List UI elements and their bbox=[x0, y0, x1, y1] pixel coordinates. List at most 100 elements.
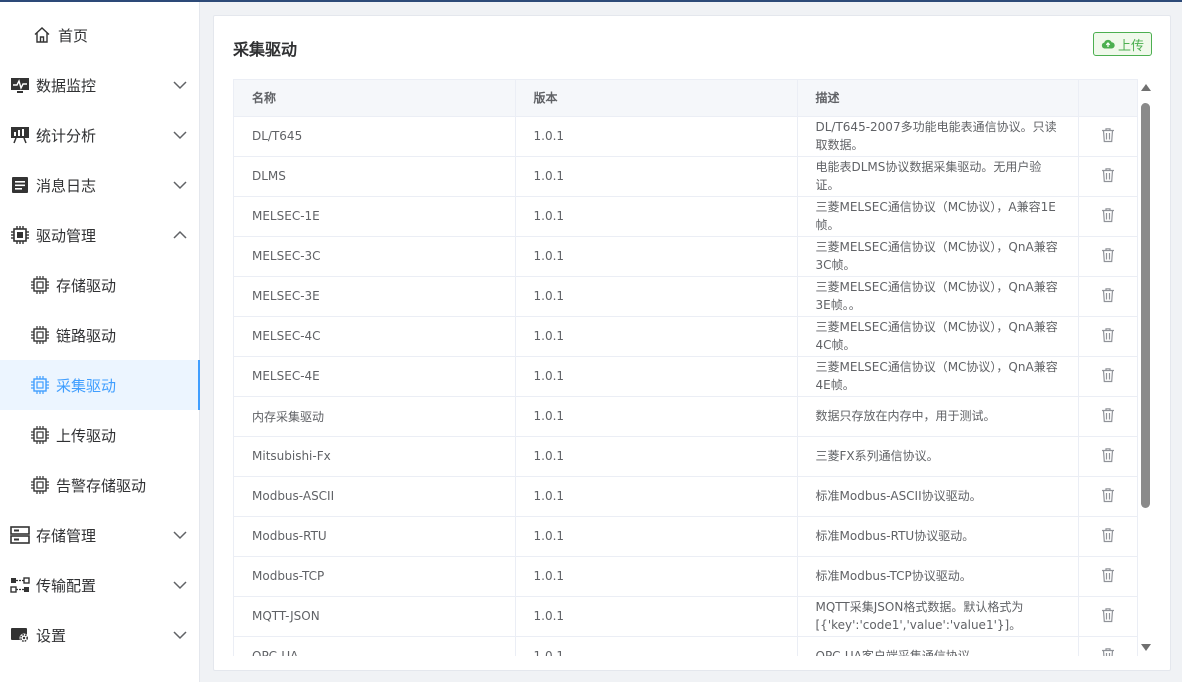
upload-button-label: 上传 bbox=[1117, 38, 1144, 54]
chevron-down-icon bbox=[173, 131, 187, 140]
table-row: MELSEC-1E 1.0.1 三菱MELSEC通信协议（MC协议），A兼容1E… bbox=[234, 196, 1137, 237]
sidebar-item-settings[interactable]: 设置 bbox=[0, 610, 200, 660]
sidebar-item-upload-driver[interactable]: 上传驱动 bbox=[0, 410, 200, 460]
scrollbar-thumb[interactable] bbox=[1141, 103, 1150, 508]
chip-icon bbox=[30, 425, 50, 445]
sidebar-item-label: 存储驱动 bbox=[56, 276, 117, 295]
sidebar-item-driver-management[interactable]: 驱动管理 bbox=[0, 210, 200, 260]
chart-board-icon bbox=[10, 125, 30, 145]
sidebar-item-label: 统计分析 bbox=[36, 126, 97, 145]
delete-trash-icon[interactable] bbox=[1101, 207, 1115, 223]
driver-name: 内存采集驱动 bbox=[234, 396, 516, 437]
chevron-down-icon bbox=[173, 181, 187, 190]
chevron-down-icon bbox=[173, 581, 187, 590]
actions-cell bbox=[1078, 156, 1137, 197]
driver-description: 电能表DLMS协议数据采集驱动。无用户验证。 bbox=[797, 156, 1079, 197]
delete-trash-icon[interactable] bbox=[1101, 407, 1115, 423]
sidebar-item-alarm-storage-driver[interactable]: 告警存储驱动 bbox=[0, 460, 200, 510]
table-row: MELSEC-4C 1.0.1 三菱MELSEC通信协议（MC协议），QnA兼容… bbox=[234, 316, 1137, 357]
chip-icon bbox=[30, 275, 50, 295]
table-scrollbar[interactable] bbox=[1139, 79, 1153, 656]
actions-cell bbox=[1078, 636, 1137, 657]
driver-name: DL/T645 bbox=[234, 116, 516, 157]
delete-trash-icon[interactable] bbox=[1101, 287, 1115, 303]
actions-cell bbox=[1078, 596, 1137, 637]
actions-cell bbox=[1078, 436, 1137, 477]
scroll-down-arrow-icon[interactable] bbox=[1141, 644, 1151, 651]
scroll-up-arrow-icon[interactable] bbox=[1141, 84, 1151, 91]
sidebar-item-collection-driver[interactable]: 采集驱动 bbox=[0, 360, 200, 410]
storage-icon bbox=[10, 525, 30, 545]
actions-cell bbox=[1078, 196, 1137, 237]
driver-name: MELSEC-4E bbox=[234, 356, 516, 397]
chip-icon bbox=[30, 325, 50, 345]
driver-description: 三菱MELSEC通信协议（MC协议），QnA兼容4C帧。 bbox=[797, 316, 1079, 357]
driver-description: 三菱FX系列通信协议。 bbox=[797, 436, 1079, 477]
chevron-down-icon bbox=[173, 631, 187, 640]
table-row: Modbus-ASCII 1.0.1 标准Modbus-ASCII协议驱动。 bbox=[234, 476, 1137, 517]
delete-trash-icon[interactable] bbox=[1101, 327, 1115, 343]
driver-version: 1.0.1 bbox=[515, 196, 798, 237]
driver-description: 三菱MELSEC通信协议（MC协议），QnA兼容4E帧。 bbox=[797, 356, 1079, 397]
driver-description: 三菱MELSEC通信协议（MC协议），QnA兼容3E帧。。 bbox=[797, 276, 1079, 317]
transfer-icon bbox=[10, 575, 30, 595]
delete-trash-icon[interactable] bbox=[1101, 367, 1115, 383]
sidebar-item-data-monitor[interactable]: 数据监控 bbox=[0, 60, 200, 110]
actions-cell bbox=[1078, 516, 1137, 557]
driver-name: OPC-UA bbox=[234, 636, 516, 656]
sidebar-item-label: 设置 bbox=[36, 626, 67, 645]
upload-button[interactable]: 上传 bbox=[1092, 32, 1152, 56]
table-row: DLMS 1.0.1 电能表DLMS协议数据采集驱动。无用户验证。 bbox=[234, 156, 1137, 197]
delete-trash-icon[interactable] bbox=[1101, 247, 1115, 263]
actions-cell bbox=[1078, 116, 1137, 157]
cloud-upload-icon bbox=[1101, 39, 1115, 49]
sidebar-item-statistics[interactable]: 统计分析 bbox=[0, 110, 200, 160]
table-row: DL/T645 1.0.1 DL/T645-2007多功能电能表通信协议。只读取… bbox=[234, 116, 1137, 157]
driver-name: Modbus-ASCII bbox=[234, 476, 516, 517]
chevron-down-icon bbox=[173, 531, 187, 540]
driver-description: 数据只存放在内存中，用于测试。 bbox=[797, 396, 1079, 437]
sidebar-item-home[interactable]: 首页 bbox=[0, 10, 200, 60]
driver-name: MELSEC-1E bbox=[234, 196, 516, 237]
sidebar-item-link-driver[interactable]: 链路驱动 bbox=[0, 310, 200, 360]
delete-trash-icon[interactable] bbox=[1101, 447, 1115, 463]
actions-cell bbox=[1078, 316, 1137, 357]
delete-trash-icon[interactable] bbox=[1101, 607, 1115, 623]
log-list-icon bbox=[10, 175, 30, 195]
table-row: Modbus-RTU 1.0.1 标准Modbus-RTU协议驱动。 bbox=[234, 516, 1137, 557]
table-body: DL/T645 1.0.1 DL/T645-2007多功能电能表通信协议。只读取… bbox=[234, 116, 1137, 657]
sidebar: 首页 数据监控 统计分析 消息日志 驱动管理 存储驱动 链路驱动 采集驱动 上传… bbox=[0, 2, 200, 682]
column-header-name: 名称 bbox=[234, 80, 516, 117]
delete-trash-icon[interactable] bbox=[1101, 487, 1115, 503]
driver-version: 1.0.1 bbox=[515, 156, 798, 197]
table-row: MQTT-JSON 1.0.1 MQTT采集JSON格式数据。默认格式为[{'k… bbox=[234, 596, 1137, 637]
delete-trash-icon[interactable] bbox=[1101, 527, 1115, 543]
chevron-up-icon bbox=[173, 230, 187, 239]
driver-name: Mitsubishi-Fx bbox=[234, 436, 516, 477]
driver-version: 1.0.1 bbox=[515, 516, 798, 557]
delete-trash-icon[interactable] bbox=[1101, 647, 1115, 657]
driver-version: 1.0.1 bbox=[515, 596, 798, 637]
sidebar-item-label: 存储管理 bbox=[36, 526, 97, 545]
driver-version: 1.0.1 bbox=[515, 436, 798, 477]
actions-cell bbox=[1078, 356, 1137, 397]
sidebar-item-storage-management[interactable]: 存储管理 bbox=[0, 510, 200, 560]
chip-icon bbox=[30, 375, 50, 395]
driver-version: 1.0.1 bbox=[515, 276, 798, 317]
chip-icon bbox=[30, 475, 50, 495]
driver-card: 采集驱动 上传 名称 版本 描述 DL/T645 1.0.1 DL/T645-2… bbox=[213, 15, 1171, 671]
sidebar-item-label: 数据监控 bbox=[36, 76, 97, 95]
delete-trash-icon[interactable] bbox=[1101, 167, 1115, 183]
sidebar-item-storage-driver[interactable]: 存储驱动 bbox=[0, 260, 200, 310]
actions-cell bbox=[1078, 236, 1137, 277]
delete-trash-icon[interactable] bbox=[1101, 567, 1115, 583]
delete-trash-icon[interactable] bbox=[1101, 127, 1115, 143]
driver-version: 1.0.1 bbox=[515, 236, 798, 277]
driver-description: 标准Modbus-RTU协议驱动。 bbox=[797, 516, 1079, 557]
sidebar-item-label: 告警存储驱动 bbox=[56, 476, 147, 495]
driver-description: MQTT采集JSON格式数据。默认格式为[{'key':'code1','val… bbox=[797, 596, 1079, 637]
sidebar-item-label: 采集驱动 bbox=[56, 376, 117, 395]
column-header-version: 版本 bbox=[515, 80, 798, 117]
sidebar-item-transfer-config[interactable]: 传输配置 bbox=[0, 560, 200, 610]
sidebar-item-message-log[interactable]: 消息日志 bbox=[0, 160, 200, 210]
